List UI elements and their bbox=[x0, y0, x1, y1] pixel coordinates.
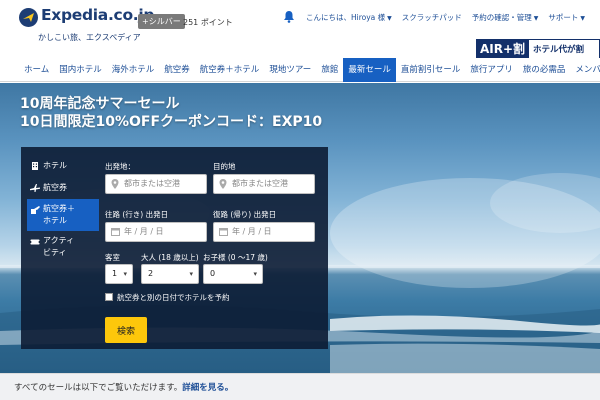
rooms-label: 客室 bbox=[105, 253, 120, 262]
nav-home[interactable]: ホーム bbox=[19, 58, 54, 82]
tab-flights[interactable]: 航空券 bbox=[27, 177, 99, 199]
separate-dates-checkbox[interactable] bbox=[105, 293, 113, 301]
sale-info-text: すべてのセールは以下でご覧いただけます。詳細を見る。 bbox=[14, 383, 234, 393]
adults-select[interactable]: 2 ▾ bbox=[141, 264, 199, 284]
account-links: こんにちは、Hiroya 様 ▼ スクラッチパッド 予約の確認・管理 ▼ サポート ▼ bbox=[306, 12, 585, 23]
destination-label: 目的地 bbox=[213, 162, 236, 171]
search-tabs: ホテル 航空券 航空券＋ ホテル アクティ ビティ bbox=[27, 155, 99, 263]
expedia-logo[interactable]: Expedia.co.jp かしこい旅、エクスペディア bbox=[19, 6, 154, 43]
tab-flight-hotel[interactable]: 航空券＋ ホテル bbox=[27, 199, 99, 231]
return-date-label: 復路 (帰り) 出発日 bbox=[213, 210, 277, 219]
sale-headline-line-2: 10日間限定10%OFFクーポンコード：EXP10 bbox=[20, 114, 323, 130]
sale-info-bar: すべてのセールは以下でご覧いただけます。詳細を見る。 bbox=[0, 373, 600, 400]
member-tier-badge[interactable]: +シルバー bbox=[138, 14, 185, 29]
air-discount-banner[interactable]: AIR+割 ホテル代が割 bbox=[476, 39, 600, 59]
nav-ryokan[interactable]: 旅館 bbox=[316, 58, 343, 82]
separate-dates-label[interactable]: 航空券と別の日付でホテルを予約 bbox=[117, 292, 230, 303]
scratchpad-link[interactable]: スクラッチパッド bbox=[402, 12, 462, 23]
select-caret-icon: ▾ bbox=[189, 270, 193, 278]
points-balance[interactable]: 251 ポイント bbox=[183, 17, 233, 28]
see-details-link[interactable]: 詳細を見る。 bbox=[182, 383, 233, 393]
nav-local-tours[interactable]: 現地ツアー bbox=[264, 58, 316, 82]
adults-label: 大人 (18 歳以上) bbox=[141, 253, 199, 262]
tab-hotel[interactable]: ホテル bbox=[27, 155, 99, 177]
sale-headline: 10周年記念サマーセール 10日間限定10%OFFクーポンコード：EXP10 bbox=[20, 95, 322, 131]
destination-input[interactable]: 都市または空港 bbox=[213, 174, 315, 194]
manage-bookings-menu[interactable]: 予約の確認・管理 ▼ bbox=[472, 12, 539, 23]
hero-banner: 10周年記念サマーセール 10日間限定10%OFFクーポンコード：EXP10 ホ… bbox=[0, 83, 600, 373]
plane-logo-icon bbox=[19, 8, 38, 27]
tab-activities[interactable]: アクティ ビティ bbox=[27, 231, 99, 263]
return-date-input[interactable]: 年 / 月 / 日 bbox=[213, 222, 315, 242]
chevron-down-icon: ▼ bbox=[580, 15, 586, 22]
select-caret-icon: ▾ bbox=[123, 270, 127, 278]
nav-flight-hotel[interactable]: 航空券＋ホテル bbox=[195, 58, 265, 82]
rooms-select[interactable]: 1 ▾ bbox=[105, 264, 133, 284]
nav-last-minute-sale[interactable]: 直前割引セール bbox=[396, 58, 466, 82]
depart-date-input[interactable]: 年 / 月 / 日 bbox=[105, 222, 207, 242]
chevron-down-icon: ▼ bbox=[533, 15, 539, 22]
search-button[interactable]: 検索 bbox=[105, 317, 147, 343]
nav-travel-app[interactable]: 旅行アプリ bbox=[465, 58, 518, 82]
calendar-icon bbox=[111, 228, 120, 236]
air-discount-message: ホテル代が割 bbox=[533, 45, 585, 55]
hotel-icon bbox=[32, 162, 38, 170]
search-panel: ホテル 航空券 航空券＋ ホテル アクティ ビティ 出発地： 都市または空港 目… bbox=[21, 147, 328, 349]
top-bar: Expedia.co.jp かしこい旅、エクスペディア +シルバー 251 ポイ… bbox=[0, 0, 600, 59]
air-discount-logo: AIR+割 bbox=[477, 40, 529, 58]
origin-input[interactable]: 都市または空港 bbox=[105, 174, 207, 194]
origin-label: 出発地： bbox=[105, 162, 135, 171]
bell-icon[interactable] bbox=[283, 10, 295, 23]
airplane-icon bbox=[30, 184, 40, 192]
calendar-icon bbox=[219, 228, 228, 236]
sale-headline-line-1: 10周年記念サマーセール bbox=[20, 96, 180, 112]
children-label: お子様 (0 ～17 歳) bbox=[203, 253, 268, 262]
nav-domestic-hotels[interactable]: 国内ホテル bbox=[54, 58, 107, 82]
nav-flights[interactable]: 航空券 bbox=[159, 58, 195, 82]
location-pin-icon bbox=[219, 179, 227, 189]
select-caret-icon: ▾ bbox=[253, 270, 257, 278]
ticket-icon bbox=[30, 239, 40, 245]
children-select[interactable]: 0 ▾ bbox=[203, 264, 263, 284]
plane-hotel-icon bbox=[31, 206, 40, 214]
nav-latest-sale[interactable]: 最新セール bbox=[343, 58, 396, 82]
nav-travel-essentials[interactable]: 旅の必需品 bbox=[518, 58, 571, 82]
nav-members[interactable]: メンバ bbox=[570, 58, 600, 82]
depart-date-label: 往路 (行き) 出発日 bbox=[105, 210, 169, 219]
location-pin-icon bbox=[111, 179, 119, 189]
main-nav: ホーム 国内ホテル 海外ホテル 航空券 航空券＋ホテル 現地ツアー 旅館 最新セ… bbox=[0, 58, 600, 82]
nav-overseas-hotels[interactable]: 海外ホテル bbox=[107, 58, 160, 82]
support-menu[interactable]: サポート ▼ bbox=[548, 12, 585, 23]
brand-tagline: かしこい旅、エクスペディア bbox=[38, 33, 141, 42]
chevron-down-icon: ▼ bbox=[387, 15, 392, 22]
greeting-menu[interactable]: こんにちは、Hiroya 様 ▼ bbox=[306, 12, 392, 23]
